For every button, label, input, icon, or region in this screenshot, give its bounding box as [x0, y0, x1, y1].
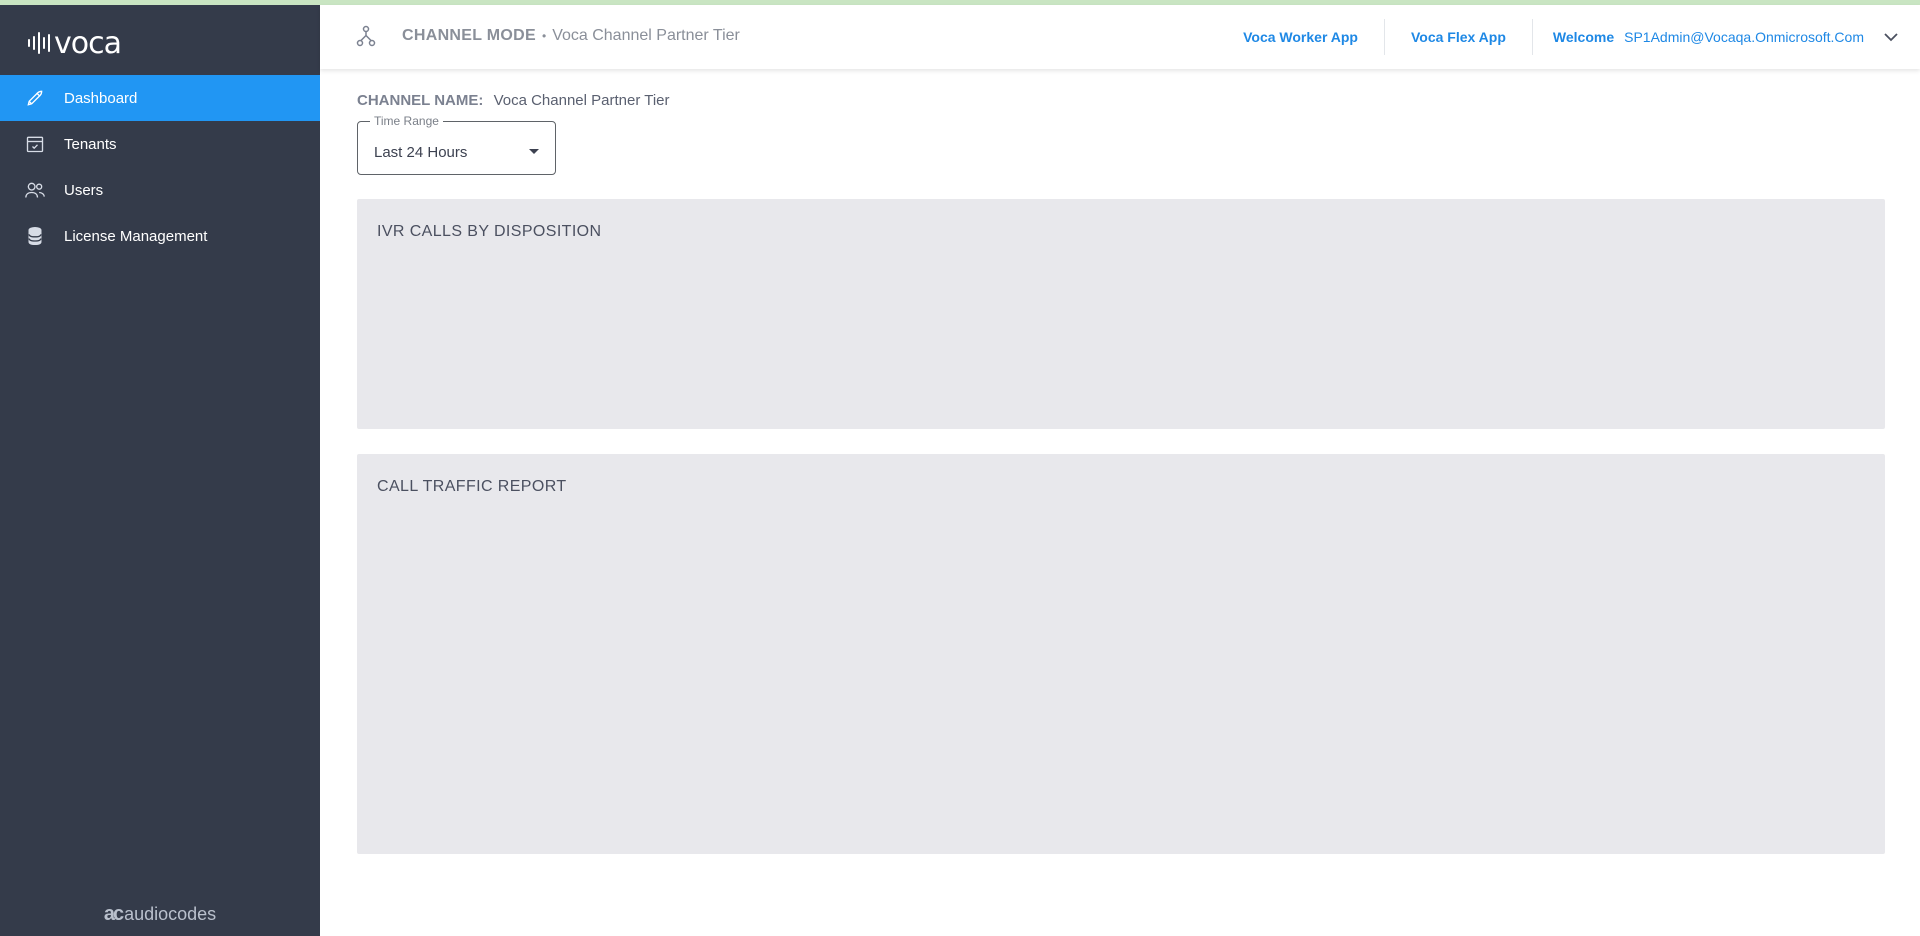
- dropdown-arrow-icon: [529, 149, 539, 154]
- sidebar-nav: Dashboard Tenants Users License Manageme…: [0, 75, 320, 259]
- logo-text: voca: [54, 25, 122, 61]
- time-range-value: Last 24 Hours: [374, 144, 468, 161]
- panel-title: IVR CALLS BY DISPOSITION: [377, 223, 602, 240]
- ivr-calls-by-disposition-panel: IVR CALLS BY DISPOSITION: [357, 199, 1885, 429]
- channel-mode-indicator: CHANNEL MODE • Voca Channel Partner Tier: [356, 25, 740, 47]
- channel-mode-value: Voca Channel Partner Tier: [552, 27, 740, 44]
- voca-logo[interactable]: voca: [28, 25, 122, 61]
- users-icon: [24, 179, 46, 201]
- logo-waveform-icon: [28, 30, 50, 56]
- footer-brand-text: audiocodes: [124, 904, 217, 924]
- channel-name: CHANNEL NAME: Voca Channel Partner Tier: [357, 92, 670, 109]
- user-menu[interactable]: Welcome SP1Admin@Vocaqa.Onmicrosoft.Com: [1533, 24, 1920, 50]
- voca-worker-app-link[interactable]: Voca Worker App: [1217, 19, 1385, 55]
- sidebar-item-label: Dashboard: [64, 89, 138, 107]
- channel-hierarchy-icon: [356, 25, 376, 47]
- time-range-select[interactable]: Time Range Last 24 Hours: [357, 114, 556, 175]
- user-email: SP1Admin@Vocaqa.Onmicrosoft.Com: [1624, 29, 1864, 45]
- top-header: CHANNEL MODE • Voca Channel Partner Tier…: [320, 5, 1920, 69]
- audiocodes-logo: ac audiocodes: [0, 903, 320, 926]
- call-traffic-report-panel: CALL TRAFFIC REPORT: [357, 454, 1885, 854]
- header-links: Voca Worker App Voca Flex App Welcome SP…: [1217, 5, 1920, 69]
- sidebar: voca Dashboard Tenants Users License Man…: [0, 5, 320, 936]
- sidebar-item-dashboard[interactable]: Dashboard: [0, 75, 320, 121]
- voca-flex-app-link[interactable]: Voca Flex App: [1385, 19, 1533, 55]
- panel-title: CALL TRAFFIC REPORT: [377, 478, 567, 495]
- rocket-icon: [24, 87, 46, 109]
- sidebar-item-label: Tenants: [64, 135, 117, 153]
- audiocodes-mark-icon: ac: [103, 903, 124, 925]
- channel-name-label: CHANNEL NAME:: [357, 92, 484, 109]
- welcome-label: Welcome: [1552, 29, 1615, 45]
- mode-separator: •: [541, 29, 547, 43]
- sidebar-item-tenants[interactable]: Tenants: [0, 121, 320, 167]
- database-icon: [24, 225, 46, 247]
- calendar-check-icon: [24, 133, 46, 155]
- channel-name-value: Voca Channel Partner Tier: [493, 92, 670, 109]
- chevron-down-icon[interactable]: [1878, 24, 1904, 50]
- sidebar-item-label: License Management: [64, 227, 208, 245]
- sidebar-item-license-management[interactable]: License Management: [0, 213, 320, 259]
- sidebar-item-label: Users: [64, 181, 104, 199]
- channel-mode-title: CHANNEL MODE: [402, 27, 536, 44]
- sidebar-item-users[interactable]: Users: [0, 167, 320, 213]
- time-range-label: Time Range: [370, 114, 443, 128]
